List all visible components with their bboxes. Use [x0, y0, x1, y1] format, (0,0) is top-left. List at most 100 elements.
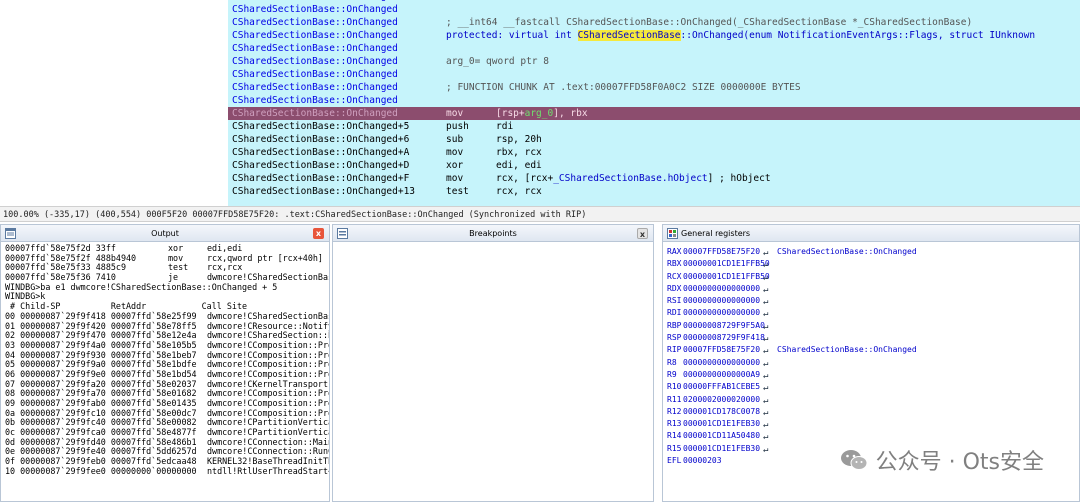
- register-value[interactable]: 00000000000000A9: [683, 369, 760, 381]
- disasm-line[interactable]: CSharedSectionBase::OnChanged: [228, 42, 1080, 55]
- register-row[interactable]: RBX 00000001CD1E1FFB50 ↵: [667, 258, 1075, 270]
- disasm-label: CSharedSectionBase::OnChanged+D: [232, 160, 410, 171]
- register-value[interactable]: 00007FFD58E75F20: [683, 344, 760, 356]
- output-line: WINDBG>ba e1 dwmcore!CSharedSectionBase:…: [5, 282, 325, 293]
- register-row[interactable]: RSI 0000000000000000 ↵: [667, 295, 1075, 307]
- breakpoints-close-button[interactable]: x: [637, 228, 648, 239]
- register-row[interactable]: RBP 00000008729F9F5A0 ↵: [667, 320, 1075, 332]
- register-name: R8: [667, 357, 677, 367]
- register-symbol[interactable]: CSharedSectionBase::OnChanged: [777, 344, 917, 356]
- register-value[interactable]: 000001CD1E1FEB30: [683, 418, 760, 430]
- register-name: RSP: [667, 333, 682, 343]
- register-name: RDX: [667, 283, 682, 293]
- register-value[interactable]: 00000008729F9F5A0: [683, 320, 765, 332]
- disasm-line[interactable]: CSharedSectionBase::OnChanged+D xor edi, e…: [228, 159, 1080, 172]
- output-tab-bar[interactable]: Output x: [1, 225, 329, 242]
- output-panel[interactable]: Output x 00007ffd`58e75f2d 33ff xor edi,ed…: [0, 224, 330, 502]
- disasm-line[interactable]: CSharedSectionBase::OnChanged+5 push rdi: [228, 120, 1080, 133]
- disasm-label: CSharedSectionBase::OnChanged: [232, 30, 398, 41]
- register-value[interactable]: 00000203: [683, 455, 722, 467]
- output-col-operands: ntdll!RtlUserThreadStart+0x28: [207, 465, 329, 476]
- register-name: RBP: [667, 320, 682, 330]
- disasm-operands: rcx, rcx: [496, 186, 542, 197]
- register-row[interactable]: R12 000001CD178C0078 ↵: [667, 406, 1075, 418]
- register-value[interactable]: 000001CD11A50480: [683, 430, 760, 442]
- disasm-label: CSharedSectionBase::OnChanged: [232, 17, 398, 28]
- register-name: R12: [667, 406, 682, 416]
- breakpoints-panel[interactable]: Breakpoints x: [332, 224, 654, 502]
- operand-text: rcx, [rcx+: [496, 173, 554, 184]
- disasm-line[interactable]: CSharedSectionBase::OnChanged+A mov rbx, r…: [228, 146, 1080, 159]
- register-value[interactable]: 0000000000000000: [683, 295, 760, 307]
- disasm-line[interactable]: CSharedSectionBase::OnChanged+F mov rcx, […: [228, 172, 1080, 185]
- register-row[interactable]: R13 000001CD1E1FEB30 ↵: [667, 418, 1075, 430]
- output-close-button[interactable]: x: [313, 228, 324, 239]
- disasm-line[interactable]: CSharedSectionBase::OnChanged arg_0= qwor…: [228, 55, 1080, 68]
- register-row[interactable]: RDI 0000000000000000 ↵: [667, 307, 1075, 319]
- register-value[interactable]: 0000000000000000: [683, 307, 760, 319]
- disasm-line[interactable]: CSharedSectionBase::OnChanged: [228, 68, 1080, 81]
- register-row[interactable]: R10 00000FFFAB1CEBE5 ↵: [667, 381, 1075, 393]
- disasm-mnemonic: test: [446, 186, 469, 197]
- output-line: 10 00000087`29f9fee0 00000000`00000000 nt…: [5, 466, 329, 477]
- output-text[interactable]: 00007ffd`58e75f2d 33ff xor edi,edi 00007ffd…: [1, 242, 329, 479]
- disasm-mnemonic: mov: [446, 108, 464, 119]
- registers-window-icon: [667, 228, 678, 239]
- register-row[interactable]: R11 0200002000020000 ↵: [667, 394, 1075, 406]
- register-row[interactable]: RIP 00007FFD58E75F20 ↵ CSharedSectionBase::…: [667, 344, 1075, 356]
- register-row[interactable]: R8 0000000000000000 ↵: [667, 357, 1075, 369]
- register-value[interactable]: 00000001CD1E1FFB50: [683, 258, 770, 270]
- disasm-label: CSharedSectionBase::OnChanged: [232, 43, 398, 54]
- register-row[interactable]: RAX 00007FFD58E75F20 ↵ CSharedSectionBase::…: [667, 246, 1075, 258]
- register-row[interactable]: RDX 0000000000000000 ↵: [667, 283, 1075, 295]
- disasm-mnemonic: mov: [446, 147, 464, 158]
- operand-text: [rsp+: [496, 108, 525, 119]
- register-value[interactable]: 0000000000000000: [683, 357, 760, 369]
- breakpoints-list[interactable]: [333, 242, 653, 501]
- register-value[interactable]: 000001CD178C0078: [683, 406, 760, 418]
- register-row[interactable]: RSP 00000008729F9F418 ↵: [667, 332, 1075, 344]
- disasm-mnemonic: push: [446, 121, 469, 132]
- operand-text: ] ; hObject: [707, 173, 771, 184]
- comment-text: ::OnChanged(enum NotificationEventArgs::…: [680, 30, 1036, 41]
- register-row[interactable]: R14 000001CD11A50480 ↵: [667, 430, 1075, 442]
- register-value[interactable]: 000001CD1E1FEB30: [683, 443, 760, 455]
- register-value[interactable]: 00007FFD58E75F20: [683, 246, 760, 258]
- register-value[interactable]: 00000FFFAB1CEBE5: [683, 381, 760, 393]
- operand-text: ], rbx: [553, 108, 588, 119]
- register-value[interactable]: 0000000000000000: [683, 283, 760, 295]
- register-value[interactable]: 0200002000020000: [683, 394, 760, 406]
- disasm-line[interactable]: CSharedSectionBase::OnChanged+6 sub rsp, 2…: [228, 133, 1080, 146]
- register-row[interactable]: R9 00000000000000A9 ↵: [667, 369, 1075, 381]
- disasm-label: CSharedSectionBase::OnChanged: [232, 56, 398, 67]
- register-name: RIP: [667, 345, 682, 355]
- register-name: R10: [667, 382, 682, 392]
- register-name: RDI: [667, 308, 682, 318]
- register-symbol[interactable]: CSharedSectionBase::OnChanged: [777, 246, 917, 258]
- register-value[interactable]: 00000001CD1E1FFB50: [683, 271, 770, 283]
- disassembly-view[interactable]: CSharedSectionBase::OnChanged CSharedSect…: [0, 0, 1080, 206]
- disasm-mnemonic: sub: [446, 134, 464, 145]
- operand-arg: arg_0: [524, 108, 554, 119]
- disasm-line[interactable]: CSharedSectionBase::OnChanged ; __int64 _…: [228, 16, 1080, 29]
- disasm-label: CSharedSectionBase::OnChanged: [232, 4, 398, 15]
- registers-tab-bar[interactable]: General registers: [663, 225, 1079, 242]
- register-name: R11: [667, 394, 682, 404]
- register-name: RAX: [667, 247, 682, 256]
- output-title: Output: [151, 229, 179, 238]
- comment-text: ; __int64 __fastcall: [446, 17, 567, 28]
- disasm-line[interactable]: CSharedSectionBase::OnChanged: [228, 94, 1080, 107]
- disasm-line[interactable]: CSharedSectionBase::OnChanged: [228, 3, 1080, 16]
- register-value[interactable]: 00000008729F9F418: [683, 332, 765, 344]
- register-row[interactable]: RCX 00000001CD1E1FFB50 ↵: [667, 271, 1075, 283]
- disasm-line[interactable]: CSharedSectionBase::OnChanged mov [rsp+arg…: [228, 107, 1080, 120]
- disasm-line[interactable]: CSharedSectionBase::OnChanged+13 test rcx,…: [228, 185, 1080, 198]
- watermark: 公众号 · Ots安全: [840, 442, 1044, 478]
- disasm-label: CSharedSectionBase::OnChanged+5: [232, 121, 410, 132]
- disasm-line[interactable]: CSharedSectionBase::OnChanged protected: …: [228, 29, 1080, 42]
- disasm-line[interactable]: CSharedSectionBase::OnChanged ; FUNCTION …: [228, 81, 1080, 94]
- breakpoints-tab-bar[interactable]: Breakpoints x: [333, 225, 653, 242]
- comment-highlight: CSharedSectionBase: [577, 30, 681, 41]
- comment-highlight: CSharedSectionBase: [566, 17, 670, 28]
- disasm-label: CSharedSectionBase::OnChanged: [232, 95, 398, 106]
